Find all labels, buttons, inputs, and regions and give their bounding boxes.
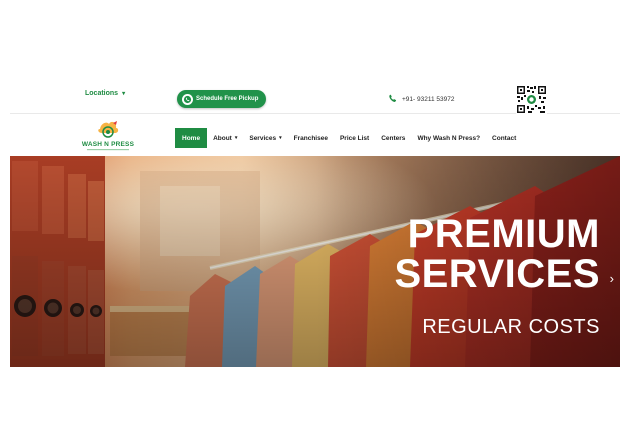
nav-item-contact[interactable]: Contact bbox=[486, 128, 522, 148]
nav-item-label: Price List bbox=[339, 134, 370, 142]
top-bar: Locations ▾ Schedule Free Pickup +91- 93… bbox=[10, 84, 620, 114]
chevron-down-icon: ▾ bbox=[122, 91, 126, 97]
qr-code-icon bbox=[516, 85, 547, 114]
hero-subheadline: REGULAR COSTS bbox=[422, 316, 600, 338]
schedule-pickup-label: Schedule Free Pickup bbox=[196, 96, 259, 102]
phone-icon bbox=[388, 94, 397, 105]
hero-headline-line-2: SERVICES bbox=[394, 252, 600, 296]
locations-label: Locations bbox=[85, 90, 119, 97]
logo-mark-icon bbox=[98, 121, 119, 138]
hero-banner: PREMIUM SERVICES REGULAR COSTS › bbox=[10, 156, 620, 367]
nav-item-label: Centers bbox=[381, 134, 406, 142]
chevron-down-icon: ▾ bbox=[234, 135, 238, 141]
nav-item-label: Services bbox=[249, 134, 277, 142]
website-page: Locations ▾ Schedule Free Pickup +91- 93… bbox=[10, 84, 620, 367]
nav-item-why-wash-n-press[interactable]: Why Wash N Press? bbox=[411, 128, 486, 148]
nav-item-franchisee[interactable]: Franchisee bbox=[288, 128, 334, 148]
hero-headline: PREMIUM SERVICES bbox=[394, 214, 600, 294]
hero-headline-line-1: PREMIUM bbox=[407, 212, 600, 256]
whatsapp-icon bbox=[182, 93, 193, 105]
nav-item-label: About bbox=[213, 134, 232, 142]
nav-item-home[interactable]: Home bbox=[175, 128, 208, 148]
nav-item-label: Why Wash N Press? bbox=[417, 134, 481, 142]
chevron-down-icon: ▾ bbox=[279, 135, 282, 141]
nav-item-centers[interactable]: Centers bbox=[375, 128, 411, 148]
nav-item-label: Franchisee bbox=[293, 134, 328, 142]
logo-tagline-mark bbox=[87, 149, 129, 151]
phone-contact[interactable]: +91- 93211 53972 bbox=[388, 94, 454, 105]
chevron-right-icon[interactable]: › bbox=[610, 271, 614, 286]
nav-item-services[interactable]: Services ▾ bbox=[243, 128, 287, 148]
nav-item-label: Home bbox=[182, 134, 201, 142]
nav-item-price-list[interactable]: Price List bbox=[334, 128, 375, 148]
schedule-pickup-button[interactable]: Schedule Free Pickup bbox=[177, 90, 266, 108]
locations-dropdown[interactable]: Locations ▾ bbox=[85, 90, 125, 97]
brand-logo[interactable]: WASH N PRESS bbox=[80, 119, 136, 153]
phone-number: +91- 93211 53972 bbox=[402, 96, 455, 103]
nav-item-label: Contact bbox=[492, 134, 517, 142]
main-navigation: WASH N PRESS Home About ▾ Services ▾ Fra… bbox=[10, 115, 620, 156]
brand-name: WASH N PRESS bbox=[81, 141, 135, 148]
nav-item-about[interactable]: About ▾ bbox=[207, 128, 243, 148]
nav-menu: Home About ▾ Services ▾ Franchisee Price… bbox=[175, 128, 522, 148]
